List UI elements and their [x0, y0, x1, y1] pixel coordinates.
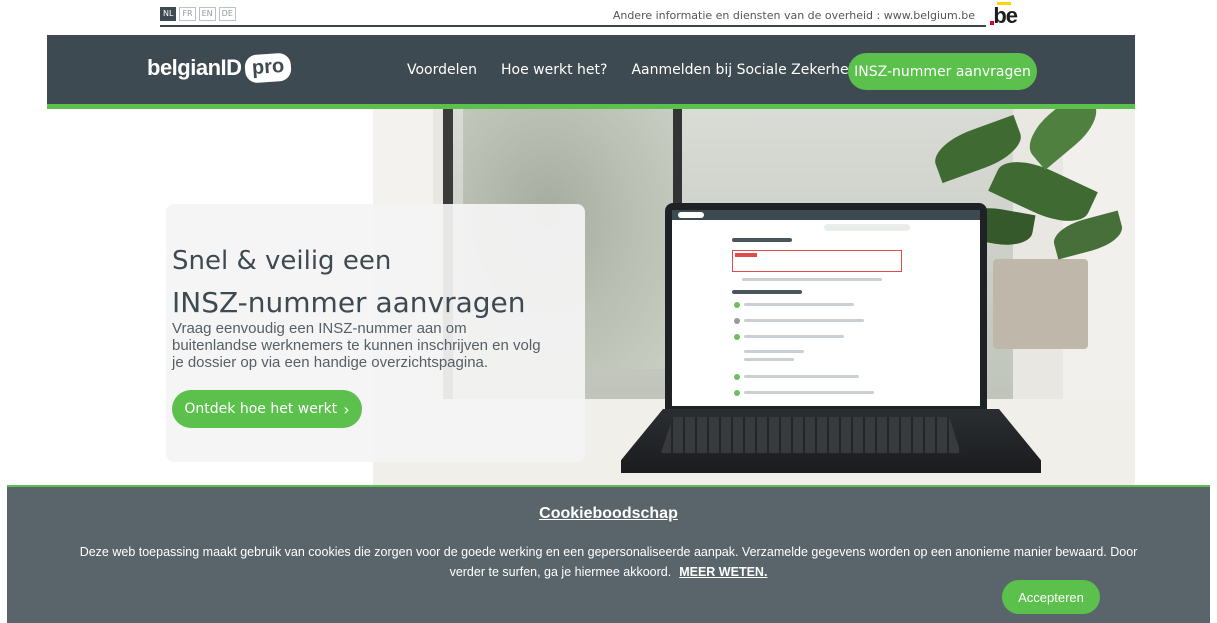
- mini-line: [744, 335, 844, 338]
- nav-hoe-werkt-het[interactable]: Hoe werkt het?: [501, 62, 607, 78]
- hero-title: Snel & veilig een INSZ-nummer aanvragen: [172, 240, 572, 325]
- main-nav: Voordelen Hoe werkt het? Aanmelden bij S…: [407, 62, 885, 78]
- cookie-text: Deze web toepassing maakt gebruik van co…: [67, 542, 1150, 582]
- be-logo-text: be: [993, 3, 1018, 28]
- lang-fr[interactable]: FR: [179, 7, 196, 21]
- mini-line: [744, 391, 874, 394]
- mini-alert: [732, 250, 902, 272]
- language-switcher: NL FR EN DE: [160, 7, 236, 21]
- lang-de[interactable]: DE: [218, 7, 236, 21]
- discover-how-button[interactable]: Ontdek hoe het werkt ›: [172, 390, 362, 428]
- laptop-screen: [665, 203, 987, 413]
- laptop-keyboard: [661, 417, 961, 453]
- cookie-message: Deze web toepassing maakt gebruik van co…: [79, 545, 1138, 579]
- request-insz-button[interactable]: INSZ-nummer aanvragen: [848, 53, 1037, 90]
- hero-description: Vraag eenvoudig een INSZ-nummer aan om b…: [172, 320, 541, 371]
- be-logo[interactable]: be: [990, 2, 1018, 29]
- plant-pot: [993, 259, 1088, 349]
- cookie-banner: Cookieboodschap Deze web toepassing maak…: [7, 485, 1210, 623]
- be-logo-flag-icon: [997, 2, 1012, 5]
- be-logo-dot-icon: [990, 21, 995, 25]
- mini-heading: [732, 238, 792, 242]
- mini-line: [744, 319, 864, 322]
- mini-app-bar: [672, 210, 980, 220]
- lang-nl[interactable]: NL: [160, 7, 177, 21]
- hero-title-line1: Snel & veilig een: [172, 246, 392, 276]
- page: NL FR EN DE Andere informatie en dienste…: [0, 0, 1217, 623]
- mini-status-icon: [734, 390, 740, 396]
- cookie-more-link[interactable]: MEER WETEN.: [679, 565, 767, 579]
- utility-bar: NL FR EN DE Andere informatie en dienste…: [147, 0, 1027, 34]
- brand-name: belgianID: [147, 55, 242, 80]
- mini-line: [742, 278, 882, 281]
- mini-status-icon: [734, 318, 740, 324]
- mini-status-icon: [734, 334, 740, 340]
- nav-aanmelden[interactable]: Aanmelden bij Sociale Zekerheid: [631, 62, 861, 78]
- hero-title-line2: INSZ-nummer aanvragen: [172, 286, 526, 319]
- mini-line: [744, 350, 804, 353]
- gov-info-link[interactable]: Andere informatie en diensten van de ove…: [613, 9, 975, 22]
- mini-alert-tag: [735, 253, 757, 257]
- mini-heading: [732, 290, 802, 294]
- laptop-display: [672, 210, 980, 406]
- chevron-right-icon: ›: [343, 399, 350, 419]
- cookie-title: Cookieboodschap: [539, 505, 678, 522]
- main-header: belgianID pro Voordelen Hoe werkt het? A…: [47, 35, 1135, 104]
- mini-line: [744, 303, 854, 306]
- lang-en[interactable]: EN: [198, 7, 216, 21]
- mini-status-icon: [734, 374, 740, 380]
- mini-line: [744, 358, 794, 361]
- mini-status-icon: [734, 302, 740, 308]
- discover-how-label: Ontdek hoe het werkt: [184, 401, 338, 417]
- mini-logo: [678, 212, 704, 218]
- mini-pill: [824, 224, 910, 231]
- brand-logo[interactable]: belgianID pro: [147, 52, 292, 84]
- utility-divider: [160, 25, 986, 27]
- brand-badge: pro: [243, 52, 292, 84]
- cookie-accept-button[interactable]: Accepteren: [1002, 580, 1100, 614]
- mini-line: [744, 375, 859, 378]
- nav-voordelen[interactable]: Voordelen: [407, 62, 477, 78]
